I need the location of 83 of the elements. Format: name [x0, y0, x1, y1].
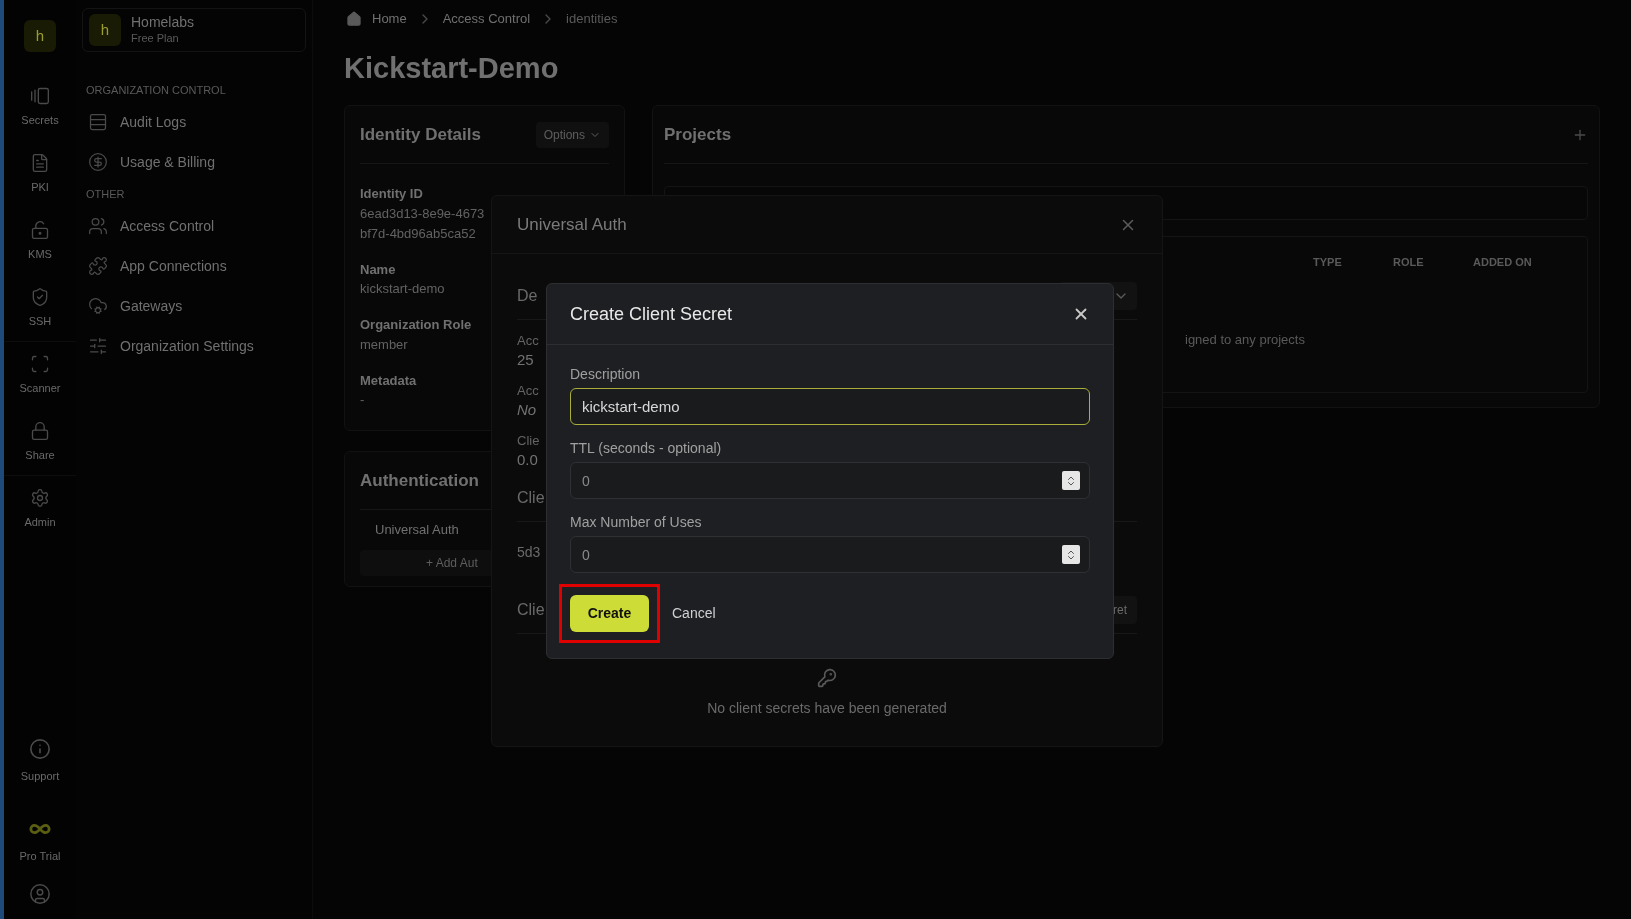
rows-icon — [88, 112, 108, 132]
text-input[interactable]: kickstart-demo — [570, 388, 1090, 425]
sidebar-item[interactable]: Usage & Billing — [120, 151, 215, 173]
number-input[interactable]: 0 — [570, 462, 1090, 499]
unlocked-padlock-icon[interactable] — [30, 220, 50, 241]
field-value: No — [517, 400, 537, 420]
section-title: De — [517, 285, 538, 306]
field-label: Max Number of Uses — [570, 513, 702, 531]
sidebar-item[interactable]: Access Control — [120, 215, 215, 237]
rail-label[interactable]: KMS — [28, 246, 52, 263]
create-button[interactable]: Create — [570, 595, 649, 632]
field-label: TTL (seconds - optional) — [570, 439, 722, 457]
vault-icon[interactable] — [30, 86, 50, 107]
rail-label[interactable]: SSH — [28, 312, 52, 330]
auth-method-item[interactable]: Universal Auth — [375, 520, 459, 540]
section-title: Clie — [517, 599, 545, 620]
card-title: Projects — [664, 123, 732, 146]
puzzle-icon — [88, 256, 108, 276]
org-plan: Free Plan — [131, 31, 179, 46]
users-icon — [88, 216, 108, 236]
spinner-icon[interactable] — [1062, 545, 1080, 564]
org-switcher[interactable]: h Homelabs Free Plan — [82, 8, 306, 52]
field-label: Organization Role — [360, 316, 472, 334]
settings-icon[interactable] — [30, 488, 50, 509]
card-title: Authentication — [360, 469, 479, 492]
field-value: - — [360, 391, 365, 409]
field-value: 0.0 — [517, 450, 538, 470]
field-value: 25 — [517, 350, 534, 370]
info-icon[interactable] — [29, 737, 51, 760]
field-label: Clie — [517, 432, 540, 450]
column-header: TYPE — [1313, 254, 1343, 270]
sidebar-item[interactable]: Organization Settings — [120, 335, 254, 357]
scan-frame-icon[interactable] — [30, 354, 50, 375]
sidebar-item[interactable]: Gateways — [120, 295, 183, 317]
section-heading: ORGANIZATION CONTROL — [85, 82, 227, 98]
home-icon — [346, 11, 362, 27]
breadcrumb-link[interactable]: identities — [566, 9, 618, 29]
options-button[interactable]: Options — [535, 121, 609, 148]
number-input[interactable]: 0 — [570, 536, 1090, 573]
field-value: kickstart-demo — [360, 280, 445, 298]
sliders-icon — [88, 336, 108, 356]
field-label: Acc — [517, 332, 539, 350]
key-icon — [817, 668, 837, 688]
section-heading: OTHER — [85, 186, 126, 202]
sidebar-item[interactable]: Audit Logs — [120, 111, 187, 133]
document-icon[interactable] — [30, 153, 50, 174]
dollar-icon — [88, 152, 108, 172]
padlock-icon[interactable] — [30, 420, 50, 441]
rail-label[interactable]: Scanner — [19, 380, 61, 397]
card-title: Identity Details — [360, 123, 481, 146]
field-value: 6ead3d13-8e9e-4673 — [360, 204, 485, 223]
empty-state-text: No client secrets have been generated — [707, 699, 947, 718]
field-label: Identity ID — [360, 185, 423, 203]
org-logo: h — [89, 14, 121, 46]
column-header: ADDED ON — [1473, 254, 1532, 270]
field-value: bf7d-4bd96ab5ca52 — [360, 224, 476, 243]
rail-label[interactable]: Support — [20, 767, 60, 785]
shield-check-icon[interactable] — [30, 286, 50, 307]
dialog-title: Create Client Secret — [570, 302, 733, 326]
breadcrumb-link[interactable]: Access Control — [442, 9, 531, 29]
cancel-button[interactable]: Cancel — [670, 595, 718, 632]
org-logo[interactable]: h — [24, 20, 56, 52]
user-avatar-icon[interactable] — [29, 883, 51, 905]
org-name: Homelabs — [131, 14, 195, 32]
field-label: Metadata — [360, 371, 417, 390]
dialog-title: Universal Auth — [517, 213, 627, 236]
empty-state-text: igned to any projects — [1185, 330, 1305, 349]
rail-label[interactable]: Share — [25, 446, 55, 464]
field-label: Description — [570, 365, 641, 383]
column-header: ROLE — [1393, 254, 1425, 270]
rail-label[interactable]: Admin — [24, 514, 56, 531]
rail-label[interactable]: PKI — [31, 179, 49, 196]
spinner-icon[interactable] — [1062, 471, 1080, 490]
rail-label[interactable]: Secrets — [21, 112, 59, 129]
sidebar-item[interactable]: App Connections — [120, 255, 227, 277]
field-label: Acc — [517, 382, 539, 400]
field-label: Name — [360, 260, 396, 279]
section-title: Clie — [517, 487, 545, 508]
field-value: member — [360, 335, 408, 354]
breadcrumb-link[interactable]: Home — [372, 9, 407, 29]
cloud-gear-icon — [88, 296, 108, 316]
page-title: Kickstart-Demo — [344, 54, 560, 83]
rail-label[interactable]: Pro Trial — [19, 847, 61, 865]
